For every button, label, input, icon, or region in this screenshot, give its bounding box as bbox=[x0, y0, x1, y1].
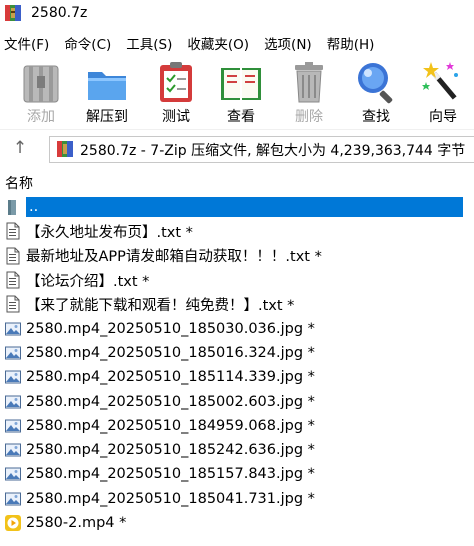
delete-button[interactable]: 删除 bbox=[279, 57, 339, 129]
view-button[interactable]: 查看 bbox=[211, 57, 271, 129]
add-button[interactable]: 添加 bbox=[11, 57, 71, 129]
window-title: 2580.7z bbox=[31, 5, 88, 21]
test-label: 测试 bbox=[162, 109, 190, 125]
file-name: 【论坛介绍】.txt * bbox=[26, 273, 150, 290]
trash-icon bbox=[286, 60, 332, 104]
image-file-icon bbox=[5, 393, 21, 411]
text-file-icon bbox=[5, 222, 21, 240]
video-file-icon bbox=[5, 514, 21, 532]
title-bar: 2580.7z bbox=[0, 0, 474, 26]
list-item[interactable]: 2580.mp4_20250510_185041.731.jpg * bbox=[0, 487, 474, 511]
list-item[interactable]: 【论坛介绍】.txt * bbox=[0, 268, 474, 292]
delete-label: 删除 bbox=[295, 109, 323, 125]
menu-options[interactable]: 选项(N) bbox=[264, 33, 312, 53]
menu-help[interactable]: 帮助(H) bbox=[327, 33, 375, 53]
list-item[interactable]: 2580.mp4_20250510_185002.603.jpg * bbox=[0, 389, 474, 413]
find-label: 查找 bbox=[362, 109, 390, 125]
menu-file[interactable]: 文件(F) bbox=[4, 33, 49, 53]
menu-bar: 文件(F) 命令(C) 工具(S) 收藏夹(O) 选项(N) 帮助(H) bbox=[0, 32, 474, 54]
archive-add-icon bbox=[18, 60, 64, 104]
image-file-icon bbox=[5, 441, 21, 459]
list-item[interactable]: 2580.mp4_20250510_185242.636.jpg * bbox=[0, 438, 474, 462]
file-name: 2580-2.mp4 * bbox=[26, 515, 127, 531]
list-item[interactable]: 2580-2.mp4 * bbox=[0, 511, 474, 535]
text-file-icon bbox=[5, 247, 21, 265]
up-arrow-icon[interactable]: ↑ bbox=[10, 138, 30, 158]
image-file-icon bbox=[5, 465, 21, 483]
menu-commands[interactable]: 命令(C) bbox=[64, 33, 111, 53]
find-button[interactable]: 查找 bbox=[346, 57, 406, 129]
file-name: 【来了就能下载和观看！纯免费！】.txt * bbox=[26, 297, 295, 314]
text-file-icon bbox=[5, 271, 21, 289]
address-bar: ↑ 2580.7z - 7-Zip 压缩文件, 解包大小为 4,239,363,… bbox=[0, 133, 474, 163]
menu-favorites[interactable]: 收藏夹(O) bbox=[187, 33, 249, 53]
file-name: 2580.mp4_20250510_185016.324.jpg * bbox=[26, 344, 315, 361]
folder-extract-icon bbox=[84, 60, 130, 104]
image-file-icon bbox=[5, 417, 21, 435]
magic-wand-icon bbox=[420, 60, 466, 104]
list-item[interactable]: 2580.mp4_20250510_185114.339.jpg * bbox=[0, 365, 474, 389]
image-file-icon bbox=[5, 320, 21, 338]
file-name: 2580.mp4_20250510_185002.603.jpg * bbox=[26, 393, 315, 410]
book-icon bbox=[218, 60, 264, 104]
file-name: .. bbox=[26, 197, 463, 218]
path-text: 2580.7z - 7-Zip 压缩文件, 解包大小为 4,239,363,74… bbox=[80, 143, 466, 159]
extract-label: 解压到 bbox=[86, 109, 128, 125]
image-file-icon bbox=[5, 490, 21, 508]
folder-up-icon bbox=[5, 198, 21, 216]
magnifier-icon bbox=[353, 60, 399, 104]
file-name: 2580.mp4_20250510_184959.068.jpg * bbox=[26, 417, 315, 434]
view-label: 查看 bbox=[227, 109, 255, 125]
checklist-icon bbox=[153, 60, 199, 104]
extract-button[interactable]: 解压到 bbox=[77, 57, 137, 129]
file-name: 2580.mp4_20250510_185114.339.jpg * bbox=[26, 369, 315, 386]
wizard-button[interactable]: 向导 bbox=[413, 57, 473, 129]
file-name: 2580.mp4_20250510_185030.036.jpg * bbox=[26, 320, 315, 337]
list-item[interactable]: .. bbox=[0, 195, 474, 219]
column-name-label: 名称 bbox=[5, 176, 33, 192]
wizard-label: 向导 bbox=[429, 109, 457, 125]
toolbar: 添加 解压到 测试 查看 删除 查找 向导 bbox=[0, 57, 474, 130]
list-item[interactable]: 2580.mp4_20250510_184959.068.jpg * bbox=[0, 414, 474, 438]
list-item[interactable]: 2580.mp4_20250510_185030.036.jpg * bbox=[0, 316, 474, 340]
text-file-icon bbox=[5, 295, 21, 313]
list-item[interactable]: 2580.mp4_20250510_185157.843.jpg * bbox=[0, 462, 474, 486]
column-header-name[interactable]: 名称 bbox=[0, 172, 474, 192]
file-name: 最新地址及APP请发邮箱自动获取！！！.txt * bbox=[26, 249, 322, 266]
7zip-archive-icon bbox=[4, 4, 22, 22]
file-name: 2580.mp4_20250510_185041.731.jpg * bbox=[26, 490, 315, 507]
7zip-archive-icon bbox=[56, 140, 74, 158]
list-item[interactable]: 【永久地址发布页】.txt * bbox=[0, 219, 474, 243]
list-item[interactable]: 最新地址及APP请发邮箱自动获取！！！.txt * bbox=[0, 244, 474, 268]
menu-tools[interactable]: 工具(S) bbox=[126, 33, 172, 53]
file-name: 【永久地址发布页】.txt * bbox=[26, 224, 193, 241]
file-list: .. 【永久地址发布页】.txt * 最新地址及APP请发邮箱自动获取！！！.txt… bbox=[0, 195, 474, 535]
file-name: 2580.mp4_20250510_185242.636.jpg * bbox=[26, 442, 315, 459]
path-field[interactable]: 2580.7z - 7-Zip 压缩文件, 解包大小为 4,239,363,74… bbox=[49, 136, 474, 163]
test-button[interactable]: 测试 bbox=[146, 57, 206, 129]
add-label: 添加 bbox=[27, 109, 55, 125]
list-item[interactable]: 【来了就能下载和观看！纯免费！】.txt * bbox=[0, 292, 474, 316]
image-file-icon bbox=[5, 368, 21, 386]
file-name: 2580.mp4_20250510_185157.843.jpg * bbox=[26, 466, 315, 483]
image-file-icon bbox=[5, 344, 21, 362]
list-item[interactable]: 2580.mp4_20250510_185016.324.jpg * bbox=[0, 341, 474, 365]
